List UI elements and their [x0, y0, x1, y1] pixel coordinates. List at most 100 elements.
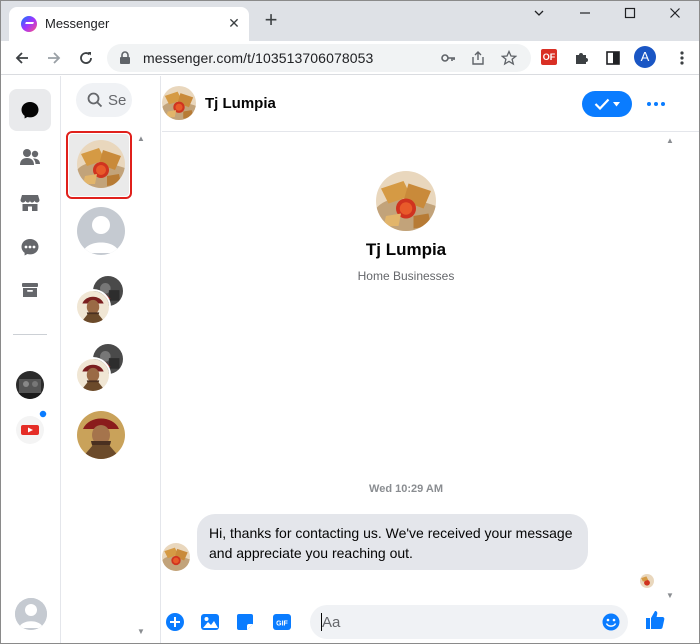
page-avatar-1[interactable] — [16, 371, 44, 399]
group-chat-2-avatar-front[interactable] — [75, 357, 111, 393]
food-photo-icon — [162, 543, 190, 571]
group-chat-1-avatar-front[interactable] — [75, 289, 111, 325]
selected-chat-outline — [66, 131, 132, 199]
people-icon — [20, 149, 40, 165]
maximize-button[interactable] — [607, 1, 653, 31]
profile-name: Tj Lumpia — [365, 240, 447, 259]
message-composer: GIF Aa — [162, 603, 699, 643]
more-dots-icon — [647, 102, 665, 106]
nav-divider — [13, 334, 47, 335]
search-placeholder: Se — [108, 92, 127, 109]
reload-button[interactable] — [73, 45, 99, 71]
forward-button[interactable] — [41, 45, 67, 71]
browser-menu-button[interactable] — [669, 45, 695, 71]
send-like-button[interactable] — [644, 609, 666, 631]
default-user-icon — [15, 598, 47, 630]
close-window-button[interactable] — [652, 1, 698, 31]
chevron-down-icon — [534, 10, 544, 16]
address-bar[interactable]: messenger.com/t/103513706078053 — [107, 44, 531, 72]
plus-circle-icon — [166, 613, 184, 631]
conversation-options-button[interactable] — [644, 94, 668, 114]
profile-avatar-large[interactable] — [376, 171, 436, 231]
gif-button[interactable]: GIF — [271, 611, 293, 633]
default-user-icon — [77, 207, 125, 255]
marketplace-nav-button[interactable] — [9, 182, 51, 224]
new-tab-button[interactable]: + — [259, 9, 283, 33]
url-text: messenger.com/t/103513706078053 — [143, 50, 374, 66]
tab-close-button[interactable]: ✕ — [225, 14, 243, 32]
chat-search-input[interactable]: Se — [76, 83, 132, 117]
tab-title: Messenger — [45, 16, 110, 31]
food-photo-icon — [162, 86, 196, 120]
messenger-logo-icon — [21, 16, 37, 32]
food-photo-icon — [640, 574, 654, 588]
my-profile-avatar[interactable] — [15, 598, 47, 630]
image-icon — [201, 614, 219, 630]
conversation-header: Tj Lumpia — [162, 76, 699, 132]
conversation-scroll-up[interactable]: ▲ — [666, 136, 674, 145]
close-icon — [670, 8, 680, 18]
thumbs-up-icon — [646, 611, 665, 629]
gif-icon: GIF — [273, 614, 291, 630]
chats-nav-button[interactable] — [9, 89, 51, 131]
pirate-character-icon — [77, 359, 109, 391]
browser-toolbar: messenger.com/t/103513706078053 OF A — [1, 41, 699, 75]
message-requests-icon — [21, 239, 39, 256]
archive-nav-button[interactable] — [9, 269, 51, 311]
tab-messenger[interactable]: Messenger ✕ — [9, 7, 249, 41]
share-icon[interactable] — [469, 49, 487, 67]
reload-icon — [80, 52, 92, 64]
emoji-icon — [602, 613, 620, 631]
kebab-menu-icon — [680, 51, 684, 65]
youtube-page-logo-icon — [16, 416, 44, 444]
more-actions-button[interactable] — [164, 611, 186, 633]
pirate-character-icon — [77, 291, 109, 323]
requests-nav-button[interactable] — [9, 226, 51, 268]
conversation-panel: Tj Lumpia Tj Lumpia Home Businesses Wed … — [162, 76, 699, 643]
chat-item-unknown-user[interactable] — [77, 207, 125, 255]
side-panel-icon[interactable] — [600, 45, 626, 71]
browser-profile-avatar[interactable]: A — [634, 46, 656, 68]
mark-done-button[interactable] — [582, 91, 632, 117]
sticker-button[interactable] — [234, 611, 256, 633]
arrow-left-icon — [15, 52, 28, 64]
tab-search-button[interactable] — [516, 1, 562, 31]
header-contact-avatar[interactable] — [162, 86, 196, 120]
caret-down-icon — [613, 101, 620, 106]
maximize-icon — [624, 7, 636, 19]
chat-item-pirate[interactable] — [77, 411, 125, 459]
store-icon — [20, 195, 40, 211]
page-avatar-2[interactable] — [16, 416, 44, 444]
svg-text:GIF: GIF — [276, 621, 288, 628]
message-input-placeholder: Aa — [322, 614, 341, 631]
tab-strip: Messenger ✕ + — [1, 1, 699, 41]
chat-list-scroll-down[interactable]: ▼ — [137, 627, 145, 636]
lock-icon — [120, 51, 130, 64]
sticker-icon — [237, 614, 253, 630]
header-contact-name[interactable]: Tj Lumpia — [205, 95, 276, 112]
conversation-scroll-down[interactable]: ▼ — [666, 591, 674, 600]
bookmark-star-icon[interactable] — [500, 49, 518, 67]
chat-list: Se ▲ ▼ — [61, 76, 161, 643]
people-nav-button[interactable] — [9, 136, 51, 178]
profile-category: Home Businesses — [357, 269, 455, 283]
message-input[interactable]: Aa — [310, 605, 628, 639]
messenger-app: Se ▲ ▼ Tj Lumpia Tj Lumpia Home Business… — [1, 76, 699, 643]
search-icon — [87, 92, 103, 108]
checkmark-icon — [594, 98, 610, 110]
extension-of-icon[interactable]: OF — [541, 49, 557, 65]
conversation-scrollbar[interactable]: ▲ ▼ — [666, 136, 682, 606]
attach-photo-button[interactable] — [199, 611, 221, 633]
message-timestamp: Wed 10:29 AM — [369, 483, 443, 495]
message-bubble[interactable]: Hi, thanks for contacting us. We've rece… — [197, 514, 588, 570]
chat-list-scroll-up[interactable]: ▲ — [137, 134, 145, 143]
minimize-button[interactable] — [562, 1, 608, 31]
password-key-icon[interactable] — [439, 49, 457, 67]
seen-receipt-avatar — [640, 574, 654, 588]
message-sender-avatar[interactable] — [162, 543, 190, 571]
back-button[interactable] — [9, 45, 35, 71]
arrow-right-icon — [48, 52, 61, 64]
archive-icon — [22, 283, 38, 297]
nav-rail — [1, 76, 61, 643]
extensions-puzzle-icon[interactable] — [568, 45, 594, 71]
